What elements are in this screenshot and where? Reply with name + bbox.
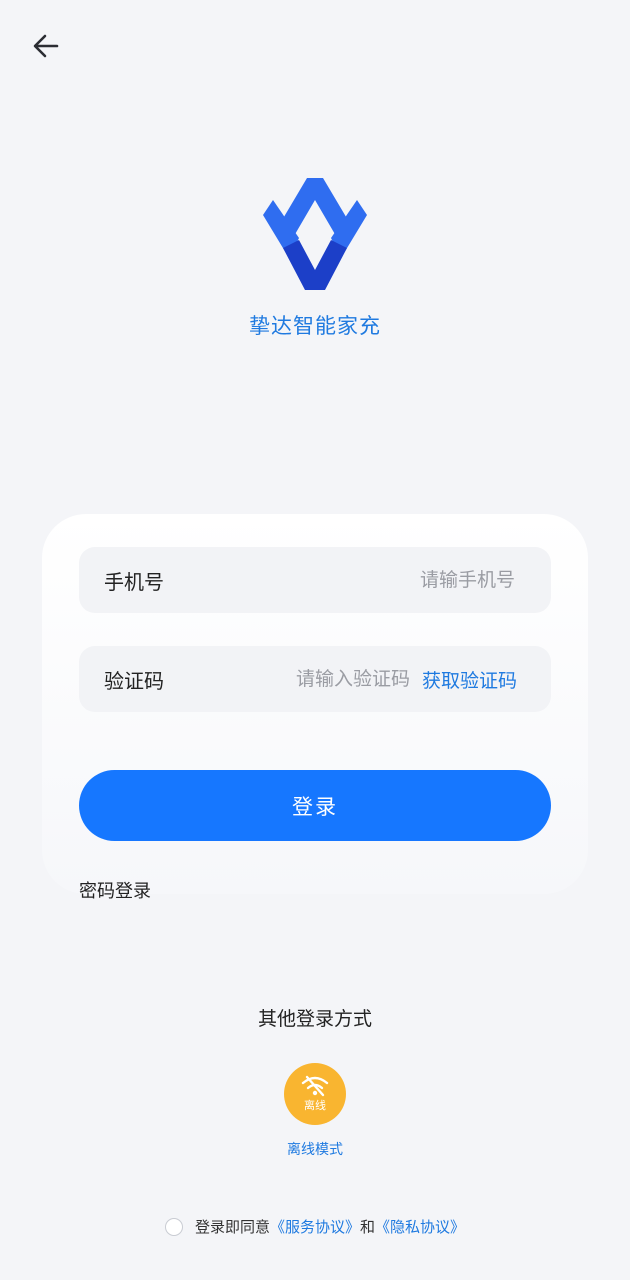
app-logo (255, 170, 375, 298)
offline-mode-button[interactable]: 离线 (284, 1063, 346, 1125)
privacy-agreement-link[interactable]: 《隐私协议》 (375, 1216, 465, 1237)
phone-field: 手机号 (79, 547, 551, 613)
offline-mode-label[interactable]: 离线模式 (0, 1139, 630, 1159)
code-input[interactable] (164, 667, 412, 691)
app-name: 挚达智能家充 (249, 314, 381, 338)
agreement-row: 登录即同意 《服务协议》 和 《隐私协议》 (0, 1216, 630, 1237)
login-button[interactable]: 登录 (79, 770, 551, 841)
code-field: 验证码 获取验证码 (79, 646, 551, 712)
service-agreement-link[interactable]: 《服务协议》 (270, 1216, 360, 1237)
get-code-button[interactable]: 获取验证码 (422, 666, 517, 693)
password-login-link[interactable]: 密码登录 (79, 877, 151, 903)
phone-label: 手机号 (104, 569, 164, 594)
agreement-and: 和 (360, 1218, 376, 1236)
wifi-off-icon (301, 1075, 329, 1097)
phone-input[interactable] (164, 568, 517, 592)
offline-button-text: 离线 (304, 1099, 326, 1112)
agreement-prefix: 登录即同意 (194, 1218, 270, 1236)
agreement-checkbox[interactable] (164, 1217, 183, 1236)
other-login-title: 其他登录方式 (257, 1008, 372, 1030)
code-label: 验证码 (104, 668, 164, 693)
back-button[interactable] (26, 26, 66, 66)
arrow-left-icon (33, 34, 59, 58)
